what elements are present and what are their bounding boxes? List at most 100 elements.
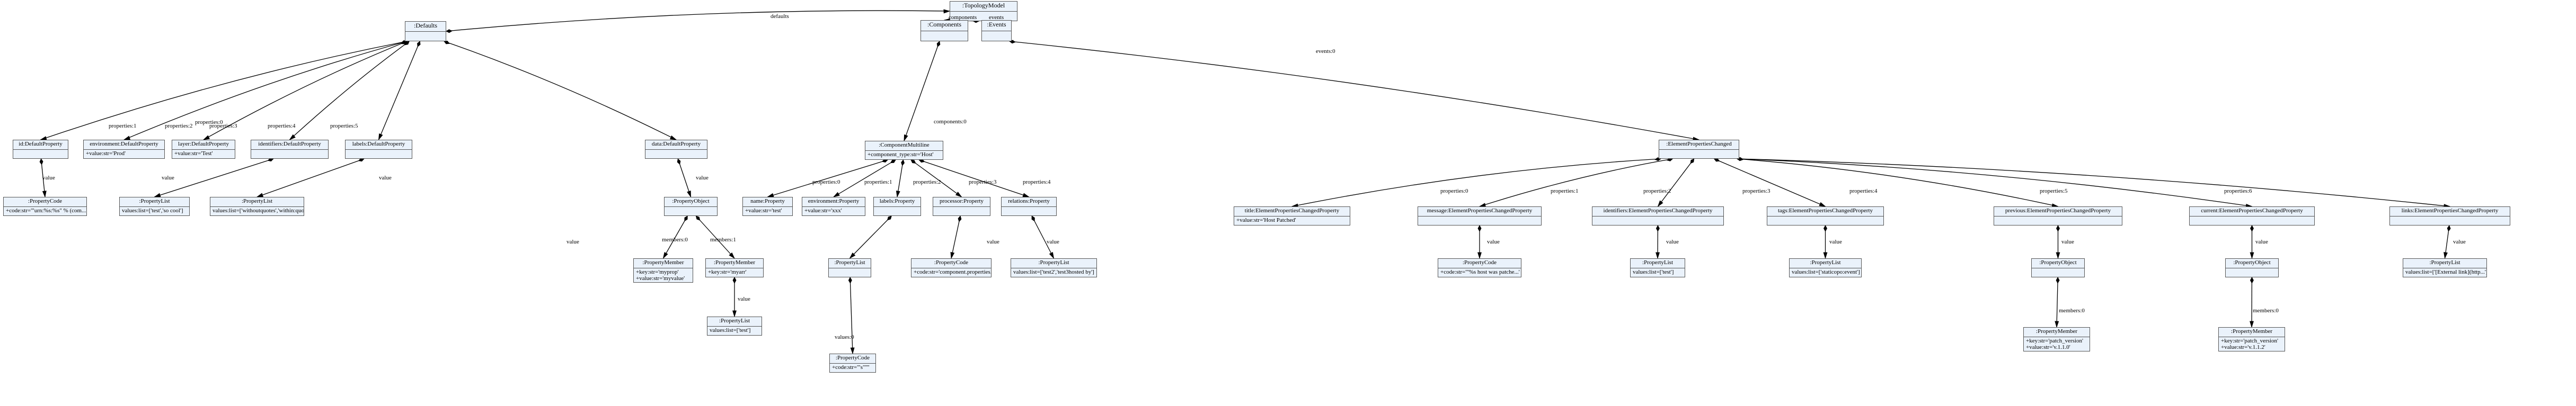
uml-edge-e-cm-properties3	[910, 159, 962, 197]
uml-node-title: title:ElementPropertiesChangedProperty	[1234, 207, 1350, 216]
uml-node-componentmultiline[interactable]: :ComponentMultiline +component_type:str='…	[865, 141, 943, 160]
edge-label-e-value-myarr: value	[738, 296, 750, 302]
uml-node-title_epcp[interactable]: title:ElementPropertiesChangedProperty +v…	[1234, 206, 1350, 225]
uml-edge-e-cm-properties4	[918, 159, 1030, 197]
edge-label-e-value-previous: value	[2061, 239, 2074, 245]
uml-node-propertylist_labels[interactable]: :PropertyList values:list=['withoutquotes…	[210, 197, 304, 216]
uml-attribute: +code:str='"%s host was patche...'	[1440, 269, 1520, 275]
uml-node-title: identifiers:ElementPropertiesChangedProp…	[1592, 207, 1723, 216]
uml-attribute: +code:str='"urn:%s:%s" % (com...'	[6, 207, 86, 214]
uml-node-title: :PropertyCode	[1438, 259, 1521, 268]
uml-node-title: data:DefaultProperty	[645, 140, 707, 150]
uml-node-events[interactable]: :Events	[981, 20, 1012, 41]
uml-attribute: +value:str='test'	[745, 207, 782, 214]
uml-node-attributes	[1994, 216, 2122, 225]
uml-node-attributes: +code:str='"urn:%s:%s" % (com...'	[4, 207, 86, 215]
uml-node-previous_epcp[interactable]: previous:ElementPropertiesChangedPropert…	[1994, 206, 2122, 225]
uml-node-attributes: values:list=['test','so cool']	[120, 207, 189, 215]
uml-node-propertycode_processor[interactable]: :PropertyCode +code:str='component.proper…	[911, 258, 992, 277]
uml-node-propertylist_tags_epcp[interactable]: :PropertyList values:list=['staticopo:eve…	[1789, 258, 1862, 277]
uml-node-title: :PropertyMember	[706, 259, 763, 268]
uml-attribute: +key:str='myprop'	[636, 268, 679, 275]
uml-node-title: :PropertyMember	[634, 259, 693, 268]
uml-node-tags_epcp[interactable]: tags:ElementPropertiesChangedProperty	[1767, 206, 1884, 225]
uml-node-propertyobject_previous[interactable]: :PropertyObject	[2031, 258, 2085, 277]
uml-node-title: :Defaults	[405, 22, 446, 32]
edge-label-e-value-labels: value	[379, 175, 392, 181]
uml-node-propertymember_previous[interactable]: :PropertyMember +key:str='patch_version' +…	[2023, 327, 2090, 351]
uml-node-propertylist_myarr[interactable]: :PropertyList values:list=['test']	[707, 317, 762, 336]
uml-edge-e-epc-properties1	[1479, 157, 1674, 207]
uml-attribute: +component_type:str='Host'	[867, 151, 934, 158]
uml-node-title: :PropertyMember	[2219, 328, 2285, 337]
uml-edge-e-value-data	[677, 158, 692, 198]
uml-node-propertycode_id[interactable]: :PropertyCode +code:str='"urn:%s:%s" % (c…	[3, 197, 87, 216]
uml-edge-e-cm-properties0	[767, 159, 888, 197]
uml-node-attributes	[665, 207, 717, 215]
uml-node-propertymember_current[interactable]: :PropertyMember +key:str='patch_version' +…	[2218, 327, 2285, 351]
uml-node-identifiers_epcp[interactable]: identifiers:ElementPropertiesChangedProp…	[1592, 206, 1724, 225]
uml-edge-e-cm-properties1	[833, 159, 896, 197]
uml-node-attributes: +value:str='test'	[743, 207, 792, 215]
uml-node-attributes: +value:str='Prod'	[84, 150, 164, 158]
uml-node-attributes	[2390, 216, 2510, 225]
uml-edge-e-value-identifiers-epcp	[1656, 225, 1660, 259]
uml-node-title: :ComponentMultiline	[865, 141, 943, 151]
uml-node-title: :PropertyList	[210, 197, 304, 207]
uml-node-components[interactable]: :Components	[920, 20, 968, 41]
uml-node-propertylist_links[interactable]: :PropertyList values:list=['[External lin…	[2403, 258, 2487, 277]
uml-node-relations_property[interactable]: relations:Property	[1001, 197, 1057, 216]
uml-node-title: :PropertyObject	[665, 197, 717, 207]
uml-node-propertycode_s[interactable]: :PropertyCode +code:str='"s"''''	[829, 354, 876, 373]
uml-node-title: :PropertyCode	[4, 197, 86, 207]
edge-label-e-cm-properties4: properties:4	[1023, 179, 1051, 185]
uml-node-propertyobject_data_real[interactable]: :PropertyObject	[664, 197, 718, 216]
uml-node-identifiers_defaultproperty[interactable]: identifiers:DefaultProperty	[251, 140, 329, 159]
uml-node-propertylist_labels_comp[interactable]: :PropertyList	[828, 258, 871, 277]
uml-node-labels_defaultproperty[interactable]: labels:DefaultProperty	[345, 140, 412, 159]
uml-node-attributes	[2190, 216, 2314, 225]
uml-node-title: :PropertyCode	[911, 259, 991, 268]
uml-node-title: :Components	[921, 21, 968, 31]
uml-node-environment_property[interactable]: environment:Property +value:str='xxx'	[802, 197, 865, 216]
uml-node-message_epcp[interactable]: message:ElementPropertiesChangedProperty	[1418, 206, 1542, 225]
uml-node-propertycode_message[interactable]: :PropertyCode +code:str='"%s host was pat…	[1438, 258, 1521, 277]
uml-node-propertymember_myprop[interactable]: :PropertyMember +key:str='myprop' +value:s…	[633, 258, 693, 283]
uml-attribute: +value:str='Prod'	[86, 150, 126, 157]
uml-node-layer_defaultproperty[interactable]: layer:DefaultProperty +value:str='Test'	[172, 140, 235, 159]
uml-node-title: labels:DefaultProperty	[346, 140, 412, 150]
uml-node-data_defaultproperty[interactable]: data:DefaultProperty	[645, 140, 707, 159]
uml-node-propertyobject_current[interactable]: :PropertyObject	[2225, 258, 2279, 277]
uml-node-current_epcp[interactable]: current:ElementPropertiesChangedProperty	[2189, 206, 2315, 225]
uml-node-name_property[interactable]: name:Property +value:str='test'	[742, 197, 793, 216]
uml-node-title: :PropertyObject	[2226, 259, 2278, 268]
uml-node-elementpropertieschanged[interactable]: :ElementPropertiesChanged	[1659, 140, 1739, 159]
uml-node-propertylist_relations[interactable]: :PropertyList values:list=['test2','test3…	[1011, 258, 1097, 277]
uml-node-propertymember_myarr[interactable]: :PropertyMember +key:str='myarr'	[705, 258, 764, 277]
uml-node-title: identifiers:DefaultProperty	[251, 140, 328, 150]
edge-label-e-properties4-defaults: properties:4	[268, 123, 296, 129]
uml-node-title: :PropertyObject	[2032, 259, 2084, 268]
uml-node-propertylist_identifiers[interactable]: :PropertyList values:list=['test','so coo…	[119, 197, 190, 216]
uml-node-id_defaultproperty[interactable]: id:DefaultProperty	[13, 140, 68, 159]
edge-label-e-properties5-defaults: properties:5	[330, 123, 358, 129]
uml-attribute: +code:str='"s"''''	[832, 364, 870, 371]
uml-node-title: :TopologyModel	[950, 2, 1017, 12]
edge-label-e-epc-properties4: properties:4	[1849, 188, 1878, 194]
uml-node-propertylist_identifiers_epcp[interactable]: :PropertyList values:list=['test']	[1630, 258, 1685, 277]
uml-node-labels_property[interactable]: labels:Property	[873, 197, 921, 216]
uml-edge-e-members0-current	[2250, 277, 2254, 328]
uml-node-title: :PropertyMember	[2024, 328, 2090, 337]
uml-node-title: environment:DefaultProperty	[84, 140, 164, 150]
uml-node-processor_property[interactable]: processor:Property	[933, 197, 990, 216]
edge-label-e-value-relations: value	[1047, 239, 1059, 245]
uml-edge-e-epc-properties2	[1657, 158, 1695, 207]
uml-node-defaults[interactable]: :Defaults	[405, 21, 446, 41]
uml-node-environment_defaultproperty[interactable]: environment:DefaultProperty +value:str='P…	[83, 140, 165, 159]
edge-label-e-properties1-defaults: properties:1	[109, 123, 137, 129]
uml-node-links_epcp[interactable]: links:ElementPropertiesChangedProperty	[2389, 206, 2510, 225]
uml-object-diagram-canvas: :TopologyModel :Defaults :Components :Event…	[0, 0, 2576, 406]
uml-attribute: +value:str='xxx'	[804, 207, 842, 214]
edge-label-e-value-labels-comp: value	[987, 239, 999, 245]
uml-node-title: name:Property	[743, 197, 792, 207]
